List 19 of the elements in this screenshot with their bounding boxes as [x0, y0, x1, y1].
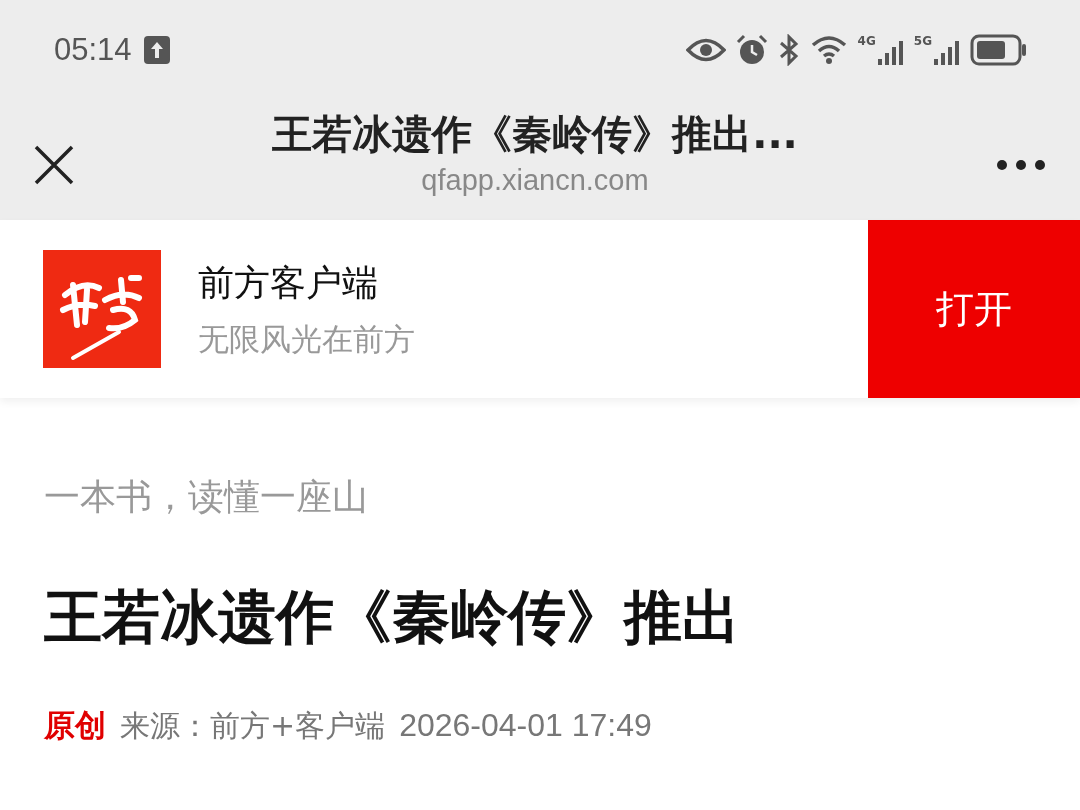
article-source: 来源：前方+客户端 [120, 707, 386, 745]
article-title: 王若冰遗作《秦岭传》推出 [44, 582, 740, 653]
alarm-icon [735, 34, 768, 66]
battery-icon [970, 34, 1028, 66]
article-date: 2026-04-01 17:49 [399, 706, 652, 745]
upload-icon [143, 36, 170, 64]
page-url: qfapp.xiancn.com [421, 163, 649, 199]
app-name: 前方客户端 [198, 260, 379, 305]
clock-time: 05:14 [54, 30, 132, 69]
wifi-icon [809, 35, 848, 65]
page-title: 王若冰遗作《秦岭传》推出... [272, 110, 798, 160]
close-icon[interactable] [34, 145, 74, 185]
app-slogan: 无限风光在前方 [198, 319, 415, 359]
eye-icon [685, 37, 726, 63]
article-subtitle: 一本书，读懂一座山 [44, 475, 368, 519]
bluetooth-icon [777, 34, 800, 66]
open-app-button[interactable]: 打开 [868, 220, 1080, 398]
original-tag: 原创 [44, 702, 106, 749]
more-icon[interactable] [996, 159, 1046, 171]
